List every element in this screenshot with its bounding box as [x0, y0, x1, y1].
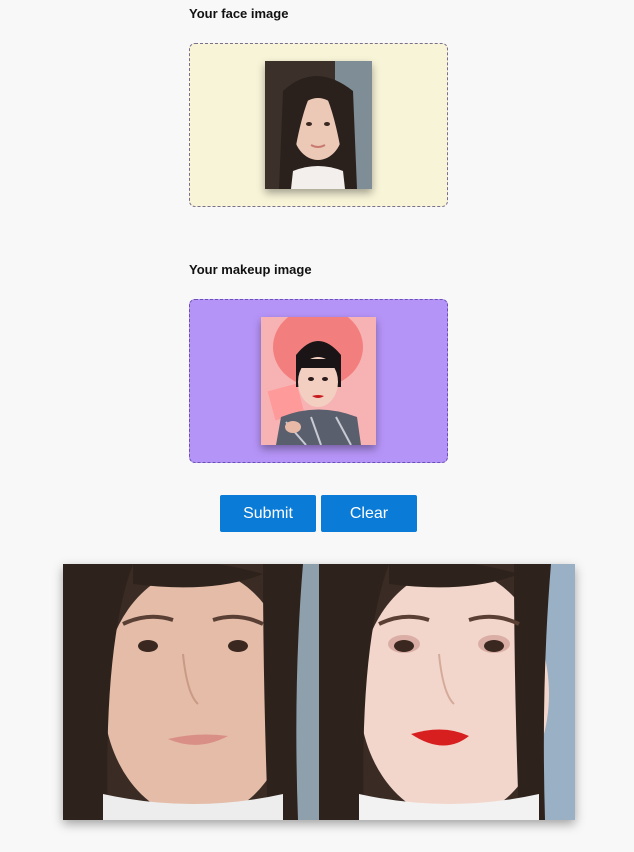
- face-image-label: Your face image: [189, 6, 289, 21]
- face-before-icon: [63, 564, 319, 820]
- result-after-image: [319, 564, 575, 820]
- makeup-image-label: Your makeup image: [189, 262, 312, 277]
- face-image-dropzone[interactable]: [189, 43, 448, 207]
- result-image: [63, 564, 575, 820]
- face-after-makeup-icon: [319, 564, 575, 820]
- face-image-preview: [265, 61, 372, 189]
- clear-button[interactable]: Clear: [321, 495, 417, 532]
- makeup-transfer-page: Your face image Your makeup image Submit…: [0, 0, 634, 852]
- face-portrait-icon: [265, 61, 372, 189]
- result-before-image: [63, 564, 319, 820]
- makeup-image-dropzone[interactable]: [189, 299, 448, 463]
- submit-button[interactable]: Submit: [220, 495, 316, 532]
- makeup-image-preview: [261, 317, 376, 445]
- makeup-portrait-icon: [261, 317, 376, 445]
